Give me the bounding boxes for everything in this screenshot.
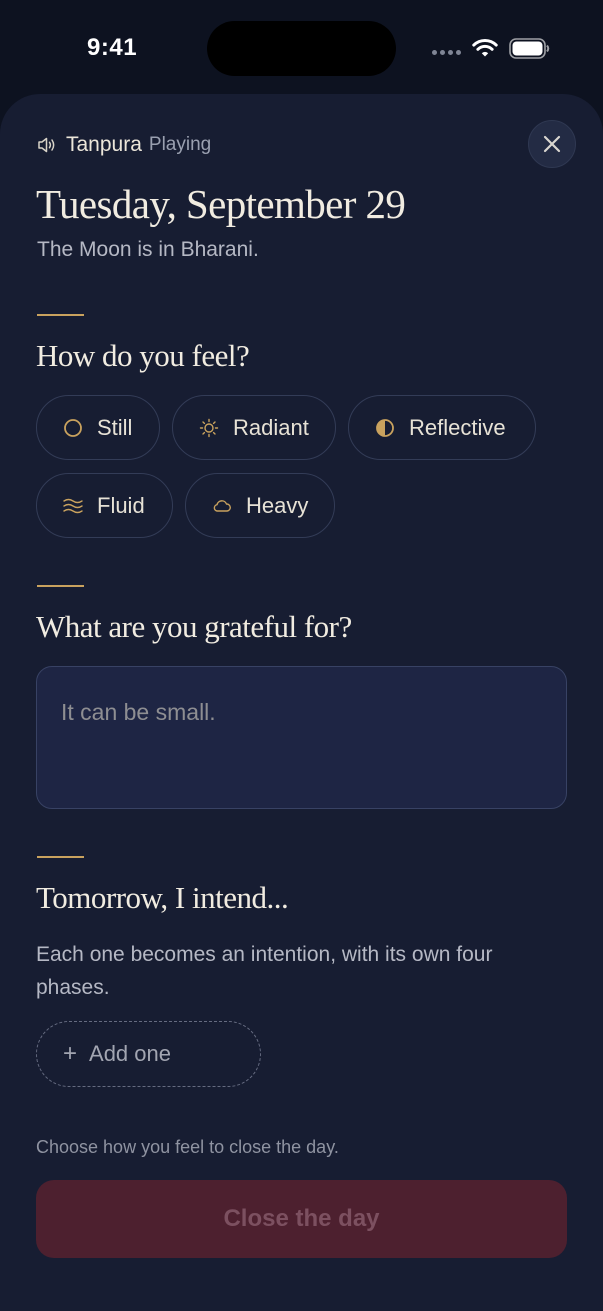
feel-option-fluid[interactable]: Fluid [36, 473, 173, 538]
section-divider [37, 314, 84, 316]
feel-option-label: Fluid [97, 492, 145, 518]
status-bar: 9:41 [0, 0, 603, 94]
sun-icon [199, 418, 219, 438]
status-time: 9:41 [87, 34, 138, 61]
half-circle-icon [375, 418, 395, 438]
audio-status: Playing [148, 134, 212, 155]
page-title: Tuesday, September 29 [36, 181, 406, 227]
moon-subtitle: The Moon is in Bharani. [37, 238, 259, 261]
cloud-icon [212, 496, 232, 516]
section-divider [37, 856, 84, 858]
feel-section-title: How do you feel? [36, 338, 250, 373]
circle-outline-icon [63, 418, 83, 438]
cellular-signal-icon [432, 50, 461, 55]
close-day-hint: Choose how you feel to close the day. [36, 1137, 339, 1157]
audio-player[interactable]: Tanpura Playing [37, 132, 211, 158]
plus-icon: + [63, 1040, 78, 1067]
speaker-icon [38, 137, 55, 153]
feel-option-label: Radiant [233, 414, 309, 440]
feel-option-radiant[interactable]: Radiant [172, 395, 336, 460]
grateful-input[interactable]: It can be small. [36, 666, 567, 809]
intend-description: Each one becomes an intention, with its … [36, 943, 493, 999]
add-intention-button[interactable]: + Add one [36, 1021, 261, 1087]
feel-option-still[interactable]: Still [36, 395, 160, 460]
close-icon [543, 135, 561, 153]
add-intention-label: Add one [89, 1041, 171, 1066]
wifi-icon [472, 39, 498, 57]
close-button[interactable] [528, 120, 576, 168]
feel-option-reflective[interactable]: Reflective [348, 395, 536, 460]
intend-section-title: Tomorrow, I intend... [36, 880, 289, 915]
waves-icon [63, 496, 83, 516]
grateful-section-title: What are you grateful for? [36, 609, 352, 644]
feel-option-label: Still [97, 414, 133, 440]
section-divider [37, 585, 84, 587]
dynamic-island [207, 21, 396, 76]
battery-icon [509, 38, 550, 59]
audio-track-name: Tanpura [66, 133, 142, 156]
feel-option-label: Heavy [246, 492, 309, 518]
close-day-button[interactable]: Close the day [36, 1180, 567, 1258]
feel-option-heavy[interactable]: Heavy [185, 473, 335, 538]
feel-option-label: Reflective [409, 414, 506, 440]
